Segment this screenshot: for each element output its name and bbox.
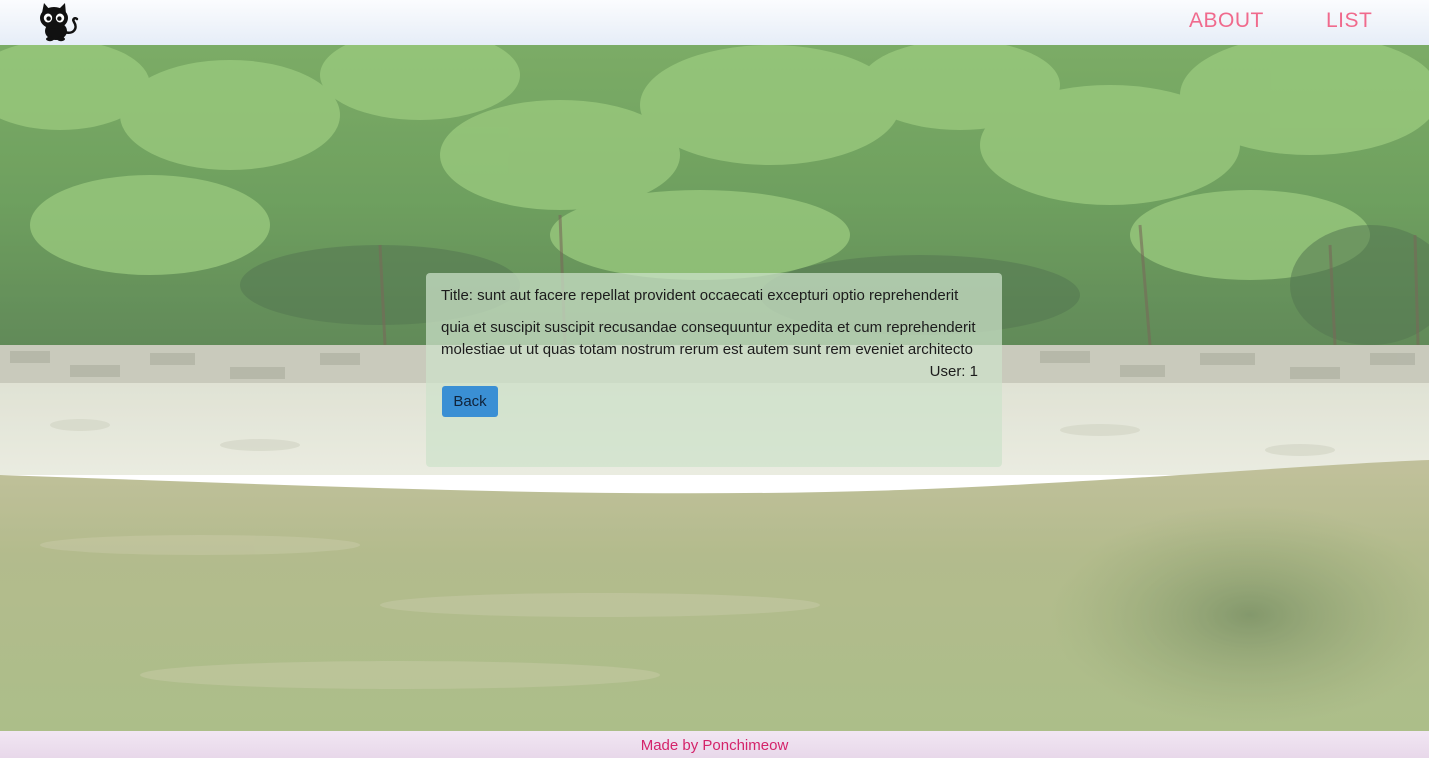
back-button[interactable]: Back [442, 386, 498, 417]
nav-list-link[interactable]: LIST [1326, 9, 1372, 33]
nav-about-link[interactable]: ABOUT [1189, 9, 1264, 33]
top-nav-bar: ABOUT LIST [0, 0, 1429, 45]
footer: Made by Ponchimeow [0, 731, 1429, 758]
post-body: quia et suscipit suscipit recusandae con… [441, 319, 976, 358]
post-title: Title: sunt aut facere repellat providen… [441, 287, 959, 304]
page: ABOUT LIST Title: sunt aut facere repell… [0, 0, 1429, 758]
footer-credit: Made by Ponchimeow [640, 737, 789, 754]
post-user: User: 1 [929, 363, 978, 380]
post-card: Title: sunt aut facere repellat providen… [426, 273, 1002, 467]
black-cat-icon[interactable] [34, 2, 80, 42]
